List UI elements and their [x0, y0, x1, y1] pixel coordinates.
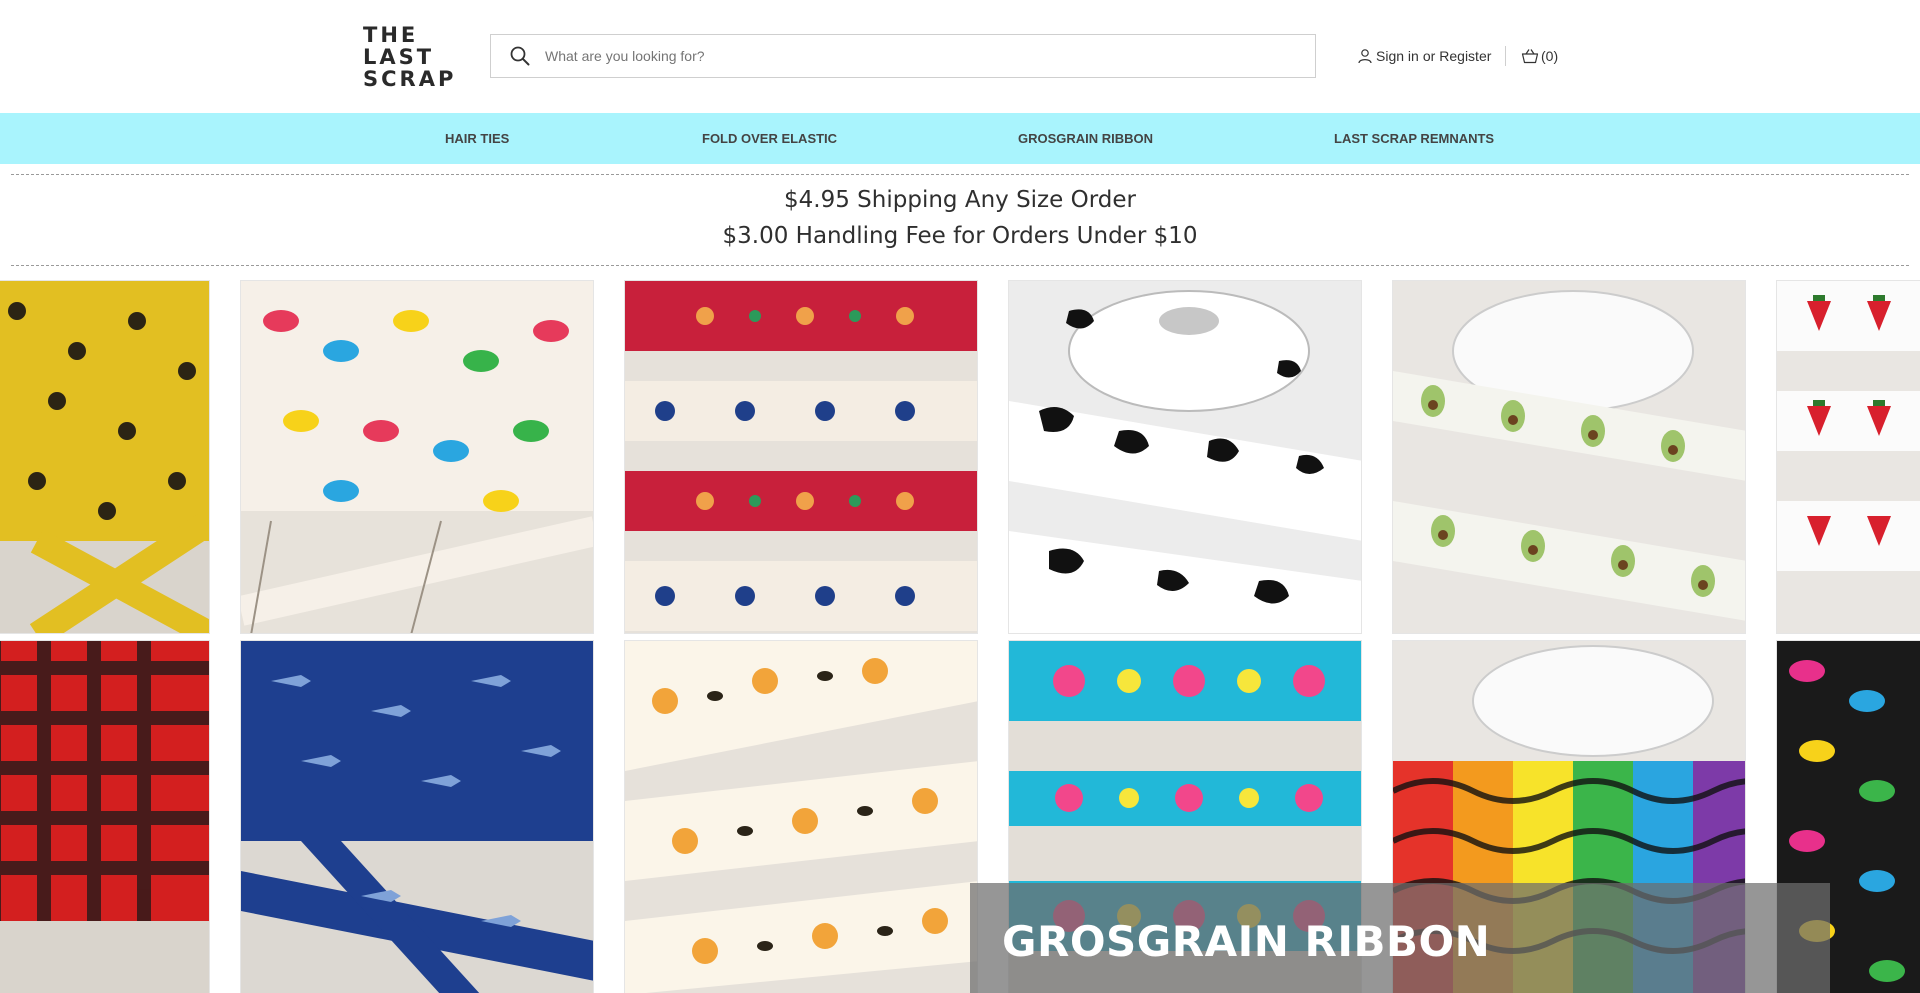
search-bar[interactable] [490, 34, 1316, 78]
header-divider [1505, 46, 1506, 66]
site-header: THE LAST SCRAP Sign in or Register (0) [0, 0, 1920, 113]
logo-line: SCRAP [363, 67, 457, 91]
cart-count: (0) [1541, 48, 1559, 64]
shipping-banner-line: $4.95 Shipping Any Size Order [784, 187, 1136, 213]
product-image [241, 281, 593, 633]
product-tile-folk-floral[interactable] [624, 280, 978, 634]
cart-button[interactable]: (0) [1521, 45, 1558, 67]
product-image [1777, 281, 1920, 633]
caption-title: GROSGRAIN RIBBON [1002, 917, 1491, 966]
banner-rule-bottom [11, 265, 1909, 266]
basket-icon [1521, 49, 1539, 64]
handling-fee-banner-line: $3.00 Handling Fee for Orders Under $10 [722, 223, 1198, 249]
product-image [1009, 281, 1361, 633]
main-navigation: Hair Ties Fold Over Elastic Grosgrain Ri… [0, 113, 1920, 164]
product-tile-avocado[interactable] [1392, 280, 1746, 634]
search-icon[interactable] [509, 45, 531, 67]
or-text: or [1422, 48, 1436, 64]
nav-item-fold-over-elastic[interactable]: Fold Over Elastic [702, 113, 837, 164]
register-link[interactable]: Register [1439, 48, 1491, 64]
product-tile-sunflower[interactable] [0, 280, 210, 634]
nav-item-grosgrain-ribbon[interactable]: Grosgrain Ribbon [1018, 113, 1153, 164]
product-image [0, 281, 209, 633]
product-image [1393, 281, 1745, 633]
product-tile-colorful-leopard[interactable] [240, 280, 594, 634]
nav-item-hair-ties[interactable]: Hair Ties [445, 113, 509, 164]
product-tile-strawberry[interactable] [1776, 280, 1920, 634]
product-image [625, 281, 977, 633]
logo-line: LAST [363, 45, 435, 69]
store-logo[interactable]: THE LAST SCRAP [363, 24, 453, 90]
banner-rule-top [11, 174, 1909, 175]
product-tile-bees-flowers[interactable] [624, 640, 978, 993]
user-icon [1358, 49, 1372, 64]
product-image [0, 641, 209, 993]
product-tile-shark[interactable] [240, 640, 594, 993]
product-tile-cow-print[interactable] [1008, 280, 1362, 634]
product-image [241, 641, 593, 993]
category-caption-overlay[interactable]: GROSGRAIN RIBBON [970, 883, 1830, 993]
logo-line: THE [363, 23, 419, 47]
nav-item-last-scrap-remnants[interactable]: Last Scrap Remnants [1334, 113, 1494, 164]
product-tile-buffalo-plaid[interactable] [0, 640, 210, 993]
search-input[interactable] [543, 40, 1315, 72]
sign-in-link[interactable]: Sign in [1376, 48, 1419, 64]
account-links: Sign in or Register [1357, 45, 1491, 67]
product-image [625, 641, 977, 993]
